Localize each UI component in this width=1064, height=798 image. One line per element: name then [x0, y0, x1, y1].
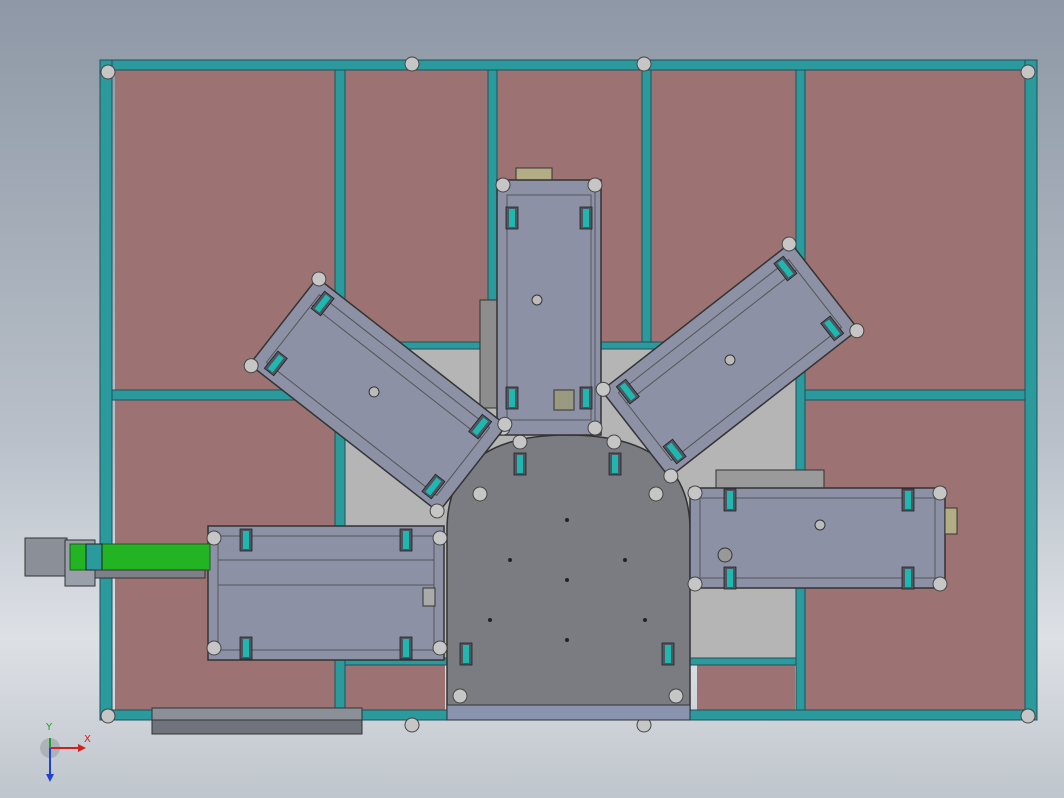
axis-x-label: X	[84, 734, 91, 745]
cad-assembly-view	[24, 56, 1038, 735]
panel	[697, 665, 795, 710]
station-module-left-horizontal	[206, 525, 448, 661]
station-module-right-horizontal	[687, 469, 958, 592]
station-module-top	[479, 167, 603, 436]
axis-y-label: Y	[46, 722, 53, 733]
bottom-cabinet	[151, 707, 363, 735]
xyz-triad-icon: X Y	[38, 722, 98, 788]
panel	[345, 70, 488, 342]
panel	[345, 665, 445, 710]
central-rotary-base	[446, 434, 691, 721]
